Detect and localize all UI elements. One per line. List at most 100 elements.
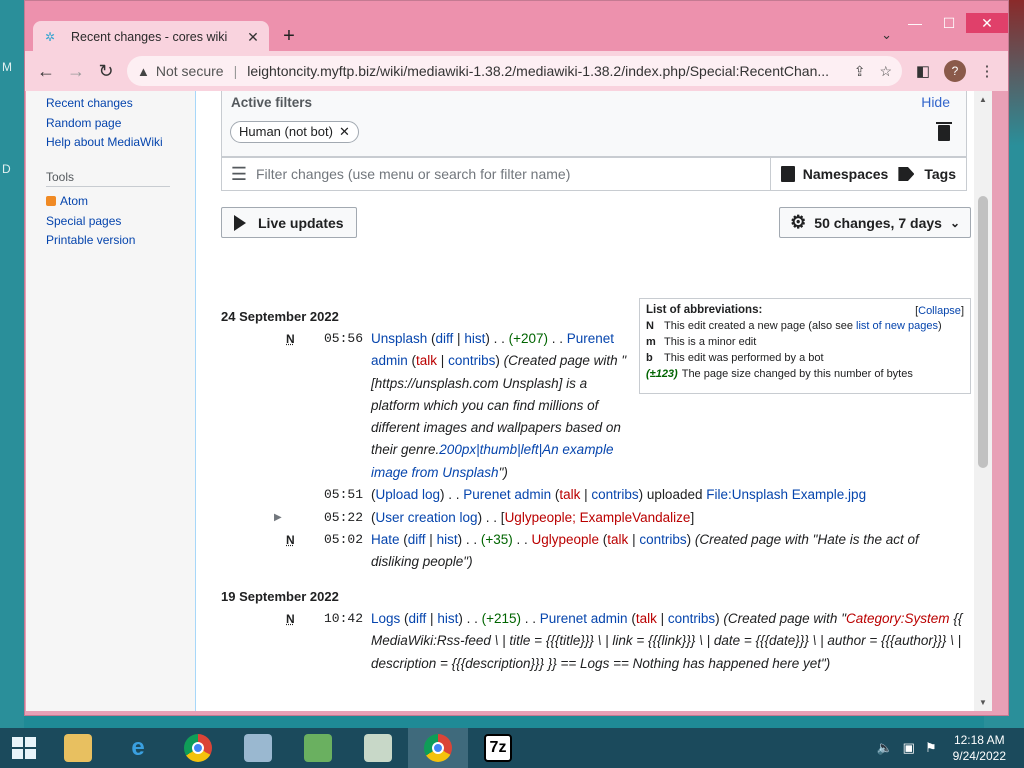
wiki-sidebar: Recent changes Random page Help about Me… xyxy=(26,91,196,711)
log-link[interactable]: User creation log xyxy=(376,510,478,525)
hist-link[interactable]: hist xyxy=(437,611,458,626)
chrome-active-button[interactable] xyxy=(408,728,468,768)
page-scrollbar[interactable]: ▲ ▼ xyxy=(974,91,992,711)
day-heading: 19 September 2022 xyxy=(221,589,339,604)
windows-logo-icon xyxy=(12,737,36,759)
profile-avatar[interactable]: ? xyxy=(944,60,966,82)
menu-kebab-icon[interactable]: ⋮ xyxy=(972,62,1002,80)
namespaces-button[interactable]: Namespaces xyxy=(769,158,899,190)
desktop-label: D xyxy=(2,162,11,176)
talk-link[interactable]: talk xyxy=(636,611,657,626)
change-time: 05:51 xyxy=(324,487,364,502)
network-tray-icon[interactable]: ▣ xyxy=(903,740,915,756)
url-text[interactable]: leightoncity.myftp.biz/wiki/mediawiki-1.… xyxy=(247,63,839,79)
control-panel-button[interactable] xyxy=(228,728,288,768)
scroll-down-icon[interactable]: ▼ xyxy=(979,698,987,707)
talk-link[interactable]: talk xyxy=(559,487,580,502)
sidebar-item-special-pages[interactable]: Special pages xyxy=(46,212,135,232)
diff-link[interactable]: diff xyxy=(409,611,427,626)
diff-link[interactable]: diff xyxy=(436,331,454,346)
chevron-down-icon: ⌄ xyxy=(949,215,960,230)
warning-icon[interactable]: ▲ xyxy=(137,64,150,79)
limits-dropdown[interactable]: ⚙ 50 changes, 7 days ⌄ xyxy=(779,207,971,238)
day-heading: 24 September 2022 xyxy=(221,309,339,324)
abbreviations-legend: List of abbreviations: [Collapse] N This … xyxy=(639,298,971,394)
hide-filters-link[interactable]: Hide xyxy=(921,94,950,110)
forward-button[interactable]: → xyxy=(61,56,91,86)
trash-icon[interactable] xyxy=(936,122,952,141)
sidebar-item-recent-changes[interactable]: Recent changes xyxy=(46,94,163,114)
bookmark-star-icon[interactable]: ☆ xyxy=(879,63,892,80)
user-link[interactable]: Purenet admin xyxy=(540,611,628,626)
hamburger-menu-icon[interactable]: ☰ xyxy=(222,158,256,190)
live-updates-button[interactable]: Live updates xyxy=(221,207,357,238)
size-change: (+35) xyxy=(480,532,513,547)
reload-button[interactable]: ↻ xyxy=(91,56,121,86)
collapse-link[interactable]: [Collapse] xyxy=(915,305,964,317)
contribs-link[interactable]: contribs xyxy=(639,532,686,547)
media-button[interactable] xyxy=(348,728,408,768)
side-panel-icon[interactable]: ◧ xyxy=(908,62,938,80)
new-pages-link[interactable]: list of new pages xyxy=(856,320,938,332)
file-link[interactable]: File:Unsplash Example.jpg xyxy=(706,487,866,502)
summary-link[interactable]: 200px|thumb|left|An xyxy=(439,442,558,457)
hist-link[interactable]: hist xyxy=(464,331,485,346)
log-link[interactable]: Upload log xyxy=(376,487,441,502)
users-link[interactable]: Uglypeople; ExampleVandalize xyxy=(505,510,691,525)
tags-button[interactable]: Tags xyxy=(898,158,966,190)
edit-summary: (Created page xyxy=(503,353,590,369)
sidebar-item-atom[interactable]: Atom xyxy=(46,192,135,212)
clock[interactable]: 12:18 AM 9/24/2022 xyxy=(953,732,1006,764)
chrome-button[interactable] xyxy=(168,728,228,768)
user-link[interactable]: Uglypeople xyxy=(532,532,600,547)
tools-heading: Tools xyxy=(46,170,170,187)
sidebar-item-printable-version[interactable]: Printable version xyxy=(46,231,135,251)
main-content: Active filters Hide Human (not bot) ✕ ☰ F… xyxy=(221,91,971,711)
contribs-link[interactable]: contribs xyxy=(668,611,715,626)
address-bar[interactable]: ▲ Not secure | leightoncity.myftp.biz/wi… xyxy=(127,56,902,86)
desktop-label: M xyxy=(2,60,12,74)
page-link[interactable]: Logs xyxy=(371,611,400,626)
tab-strip: ✲ Recent changes - cores wiki ✕ + ⌄ — ☐ … xyxy=(25,1,1008,53)
talk-link[interactable]: talk xyxy=(607,532,628,547)
expand-caret-icon[interactable]: ▶ xyxy=(274,507,282,529)
volume-icon[interactable]: 🔈 xyxy=(876,740,892,756)
size-change: (+207) xyxy=(508,331,548,346)
maximize-button[interactable]: ☐ xyxy=(932,13,966,33)
change-time: 10:42 xyxy=(324,611,364,626)
start-button[interactable] xyxy=(0,728,48,768)
sidebar-item-help[interactable]: Help about MediaWiki xyxy=(46,133,163,153)
contribs-link[interactable]: contribs xyxy=(448,353,495,368)
action-center-icon[interactable]: ⚑ xyxy=(925,740,937,756)
page-link[interactable]: Unsplash xyxy=(371,331,427,346)
tab-search-chevron-icon[interactable]: ⌄ xyxy=(881,27,892,43)
sidebar-item-random-page[interactable]: Random page xyxy=(46,114,163,134)
change-row: N 05:56 Unsplash (diff | hist) . . (+207… xyxy=(221,328,661,488)
share-icon[interactable]: ⇪ xyxy=(854,63,866,80)
filter-chip-human[interactable]: Human (not bot) ✕ xyxy=(230,121,359,143)
talk-link[interactable]: talk xyxy=(416,353,437,368)
7zip-button[interactable]: 7z xyxy=(468,728,528,768)
scrollbar-thumb[interactable] xyxy=(978,196,988,468)
minimize-button[interactable]: — xyxy=(898,13,932,33)
filter-search-input[interactable]: Filter changes (use menu or search for f… xyxy=(256,158,770,190)
category-link[interactable]: Category:System xyxy=(846,611,950,626)
new-tab-button[interactable]: + xyxy=(277,25,301,48)
system-tray: 🔈 ▣ ⚑ 12:18 AM 9/24/2022 xyxy=(876,732,1024,764)
network-icon xyxy=(304,734,332,762)
diff-link[interactable]: diff xyxy=(408,532,426,547)
hist-link[interactable]: hist xyxy=(437,532,458,547)
close-window-button[interactable]: ✕ xyxy=(966,13,1008,33)
scroll-up-icon[interactable]: ▲ xyxy=(979,95,987,104)
browser-tab[interactable]: ✲ Recent changes - cores wiki ✕ xyxy=(33,21,269,53)
internet-explorer-button[interactable]: e xyxy=(108,728,168,768)
back-button[interactable]: ← xyxy=(31,56,61,86)
not-secure-label[interactable]: Not secure xyxy=(156,63,224,79)
remove-filter-icon[interactable]: ✕ xyxy=(339,124,350,139)
network-button[interactable] xyxy=(288,728,348,768)
user-link[interactable]: Purenet admin xyxy=(463,487,551,502)
close-tab-icon[interactable]: ✕ xyxy=(245,29,261,46)
file-explorer-button[interactable] xyxy=(48,728,108,768)
contribs-link[interactable]: contribs xyxy=(591,487,638,502)
page-link[interactable]: Hate xyxy=(371,532,400,547)
